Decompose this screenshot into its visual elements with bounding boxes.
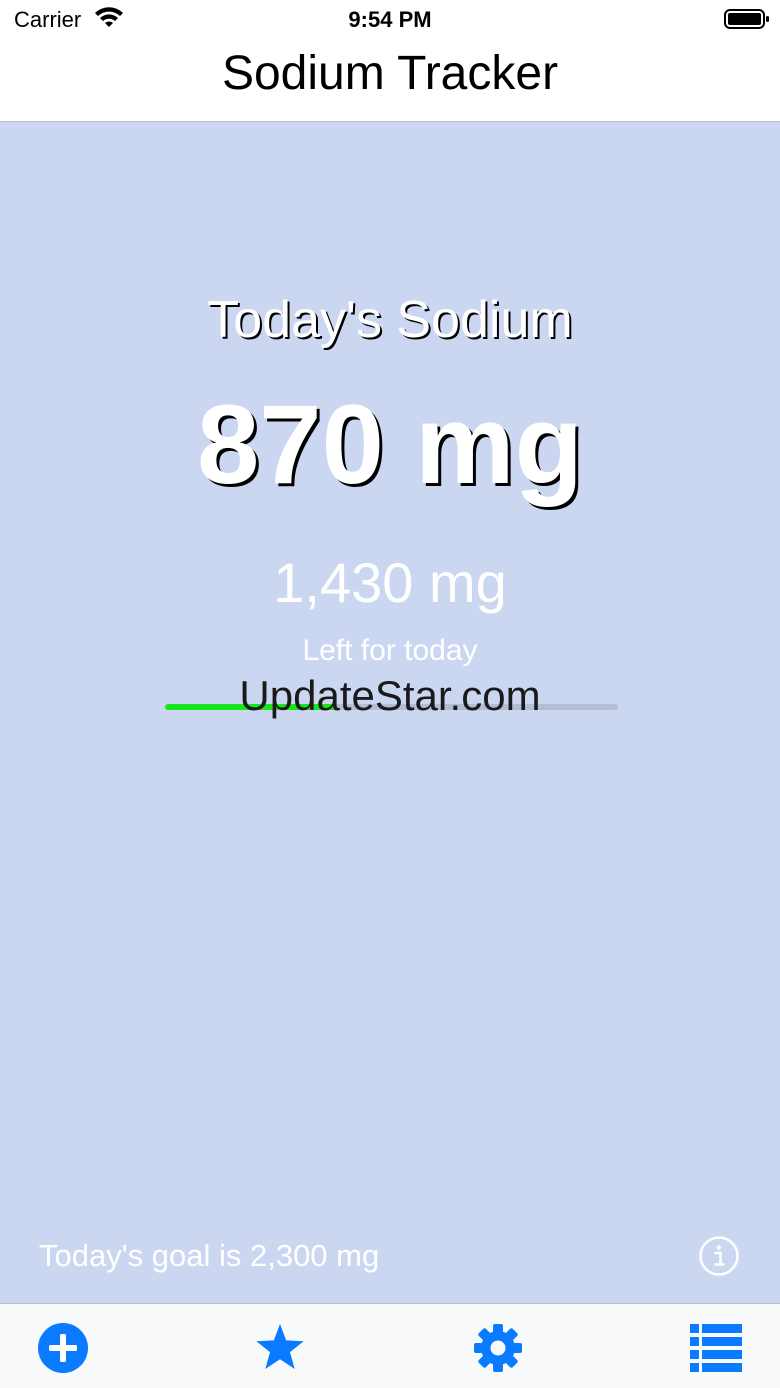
add-entry-button[interactable] (37, 1322, 89, 1374)
clock: 9:54 PM (348, 7, 432, 32)
page-title: Sodium Tracker (221, 47, 559, 100)
tab-bar (0, 1303, 780, 1388)
daily-goal-text: Today's goal is 2,300 mg (39, 1238, 380, 1273)
status-bar: Carrier 9:54 PM (0, 0, 780, 40)
favorites-star-icon[interactable] (254, 1322, 306, 1374)
today-sodium-heading: Today's Sodium (207, 291, 573, 349)
history-list-icon[interactable] (690, 1322, 742, 1374)
watermark: UpdateStar.com (239, 672, 541, 719)
info-icon[interactable] (698, 1235, 740, 1277)
settings-gear-icon[interactable] (472, 1322, 524, 1374)
navigation-bar: Sodium Tracker (0, 40, 780, 122)
sodium-consumed-value: 870 mg (197, 382, 583, 507)
sodium-remaining-value: 1,430 mg (273, 551, 507, 614)
battery-icon (724, 9, 769, 29)
main-content: Today's Sodium 870 mg 1,430 mg Left for … (0, 122, 780, 1303)
sodium-remaining-label: Left for today (302, 634, 478, 667)
